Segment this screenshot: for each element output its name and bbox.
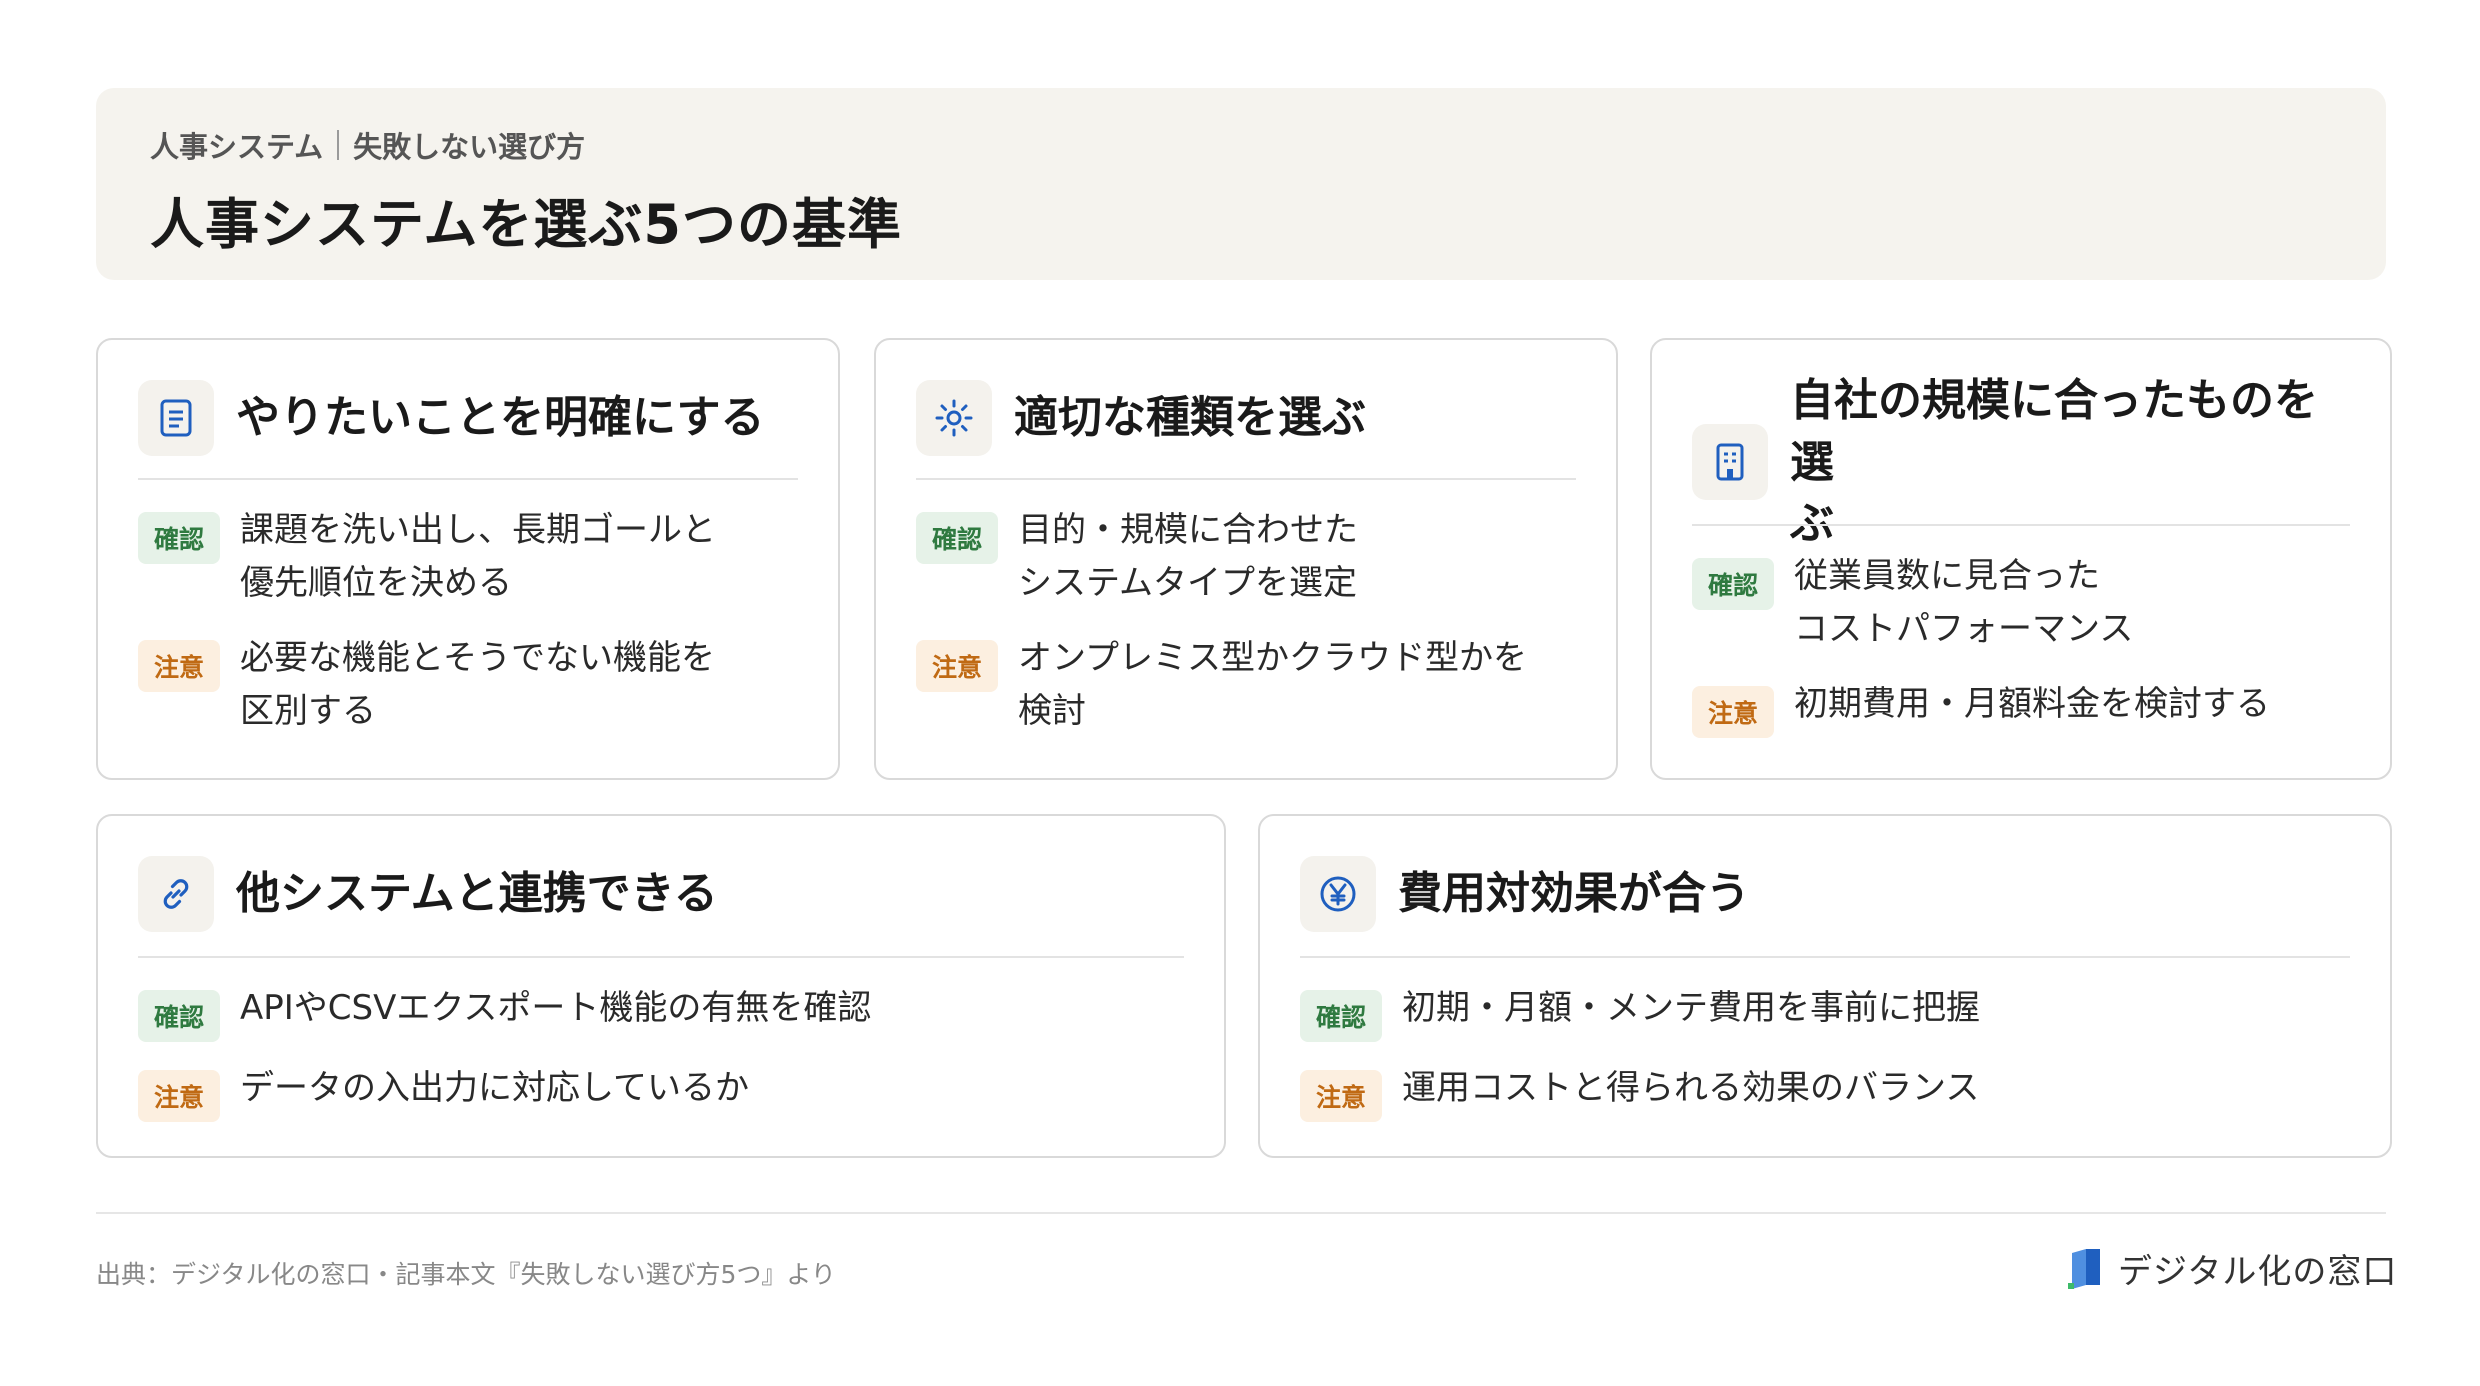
footer-divider — [96, 1212, 2386, 1214]
card-title: 自社の規模に合ったものを選 ぶ — [1790, 375, 2318, 550]
caution-badge: 注意 — [138, 640, 221, 692]
confirm-text: 初期・月額・メンテ費用を事前に把握 — [1402, 988, 1981, 1028]
confirm-badge: 確認 — [916, 512, 999, 564]
criterion-card-2: 適切な種類を選ぶ 確認 目的・規模に合わせた システムタイプを選定 注意 オンプ… — [874, 338, 1618, 780]
confirm-row: 確認 従業員数に見合った コストパフォーマンス — [1692, 556, 2360, 656]
confirm-badge: 確認 — [1300, 990, 1383, 1042]
confirm-row: 確認 APIやCSVエクスポート機能の有無を確認 — [138, 988, 1194, 1042]
caution-badge: 注意 — [916, 640, 999, 692]
card-divider — [138, 478, 798, 480]
confirm-badge: 確認 — [138, 512, 221, 564]
criterion-card-4: 他システムと連携できる 確認 APIやCSVエクスポート機能の有無を確認 注意 … — [96, 814, 1226, 1158]
source-credit: 出典：デジタル化の窓口・記事本文『失敗しない選び方5つ』より — [96, 1260, 836, 1289]
caution-text: 必要な機能とそうでない機能を 区別する — [240, 638, 715, 731]
card-divider — [916, 478, 1576, 480]
caution-text: オンプレミス型かクラウド型かを 検討 — [1018, 638, 1527, 731]
breadcrumb-separator — [337, 130, 340, 160]
criterion-card-5: 費用対効果が合う 確認 初期・月額・メンテ費用を事前に把握 注意 運用コストと得… — [1258, 814, 2392, 1158]
confirm-row: 確認 初期・月額・メンテ費用を事前に把握 — [1300, 988, 2360, 1042]
card-title: 費用対効果が合う — [1398, 868, 1750, 920]
confirm-text: 課題を洗い出し、長期ゴールと 優先順位を決める — [240, 510, 717, 603]
card-divider — [1692, 524, 2350, 526]
card-title: 他システムと連携できる — [236, 868, 718, 920]
link-icon — [138, 856, 214, 932]
caution-row: 注意 データの入出力に対応しているか — [138, 1068, 1194, 1122]
criterion-card-3: 自社の規模に合ったものを選 ぶ 確認 従業員数に見合った コストパフォーマンス … — [1650, 338, 2392, 780]
criterion-card-1: やりたいことを明確にする 確認 課題を洗い出し、長期ゴールと 優先順位を決める … — [96, 338, 840, 780]
caution-badge: 注意 — [1692, 686, 1775, 738]
card-title: 適切な種類を選ぶ — [1014, 392, 1366, 444]
card-title: やりたいことを明確にする — [236, 392, 765, 444]
book-logo-icon — [2066, 1245, 2104, 1293]
card-divider — [138, 956, 1184, 958]
card-divider — [1300, 956, 2350, 958]
caution-text: 運用コストと得られる効果のバランス — [1402, 1068, 1980, 1108]
logo-text: デジタル化の窓口 — [2118, 1252, 2398, 1292]
document-icon — [138, 380, 214, 456]
caution-row: 注意 初期費用・月額料金を検討する — [1692, 684, 2360, 738]
caution-text: 初期費用・月額料金を検討する — [1794, 684, 2271, 724]
building-icon — [1692, 424, 1768, 501]
caution-badge: 注意 — [1300, 1070, 1383, 1122]
confirm-text: APIやCSVエクスポート機能の有無を確認 — [240, 988, 872, 1028]
confirm-row: 確認 課題を洗い出し、長期ゴールと 優先順位を決める — [138, 510, 808, 610]
caution-row: 注意 必要な機能とそうでない機能を 区別する — [138, 638, 808, 738]
confirm-badge: 確認 — [138, 990, 221, 1042]
yen-icon — [1300, 856, 1376, 932]
header-panel: 人事システム 失敗しない選び方 人事システムを選ぶ5つの基準 — [96, 88, 2386, 280]
page-title: 人事システムを選ぶ5つの基準 — [150, 193, 902, 256]
confirm-text: 目的・規模に合わせた システムタイプを選定 — [1018, 510, 1359, 603]
caution-text: データの入出力に対応しているか — [240, 1068, 749, 1108]
brand-logo[interactable]: デジタル化の窓口 — [2066, 1244, 2397, 1293]
caution-badge: 注意 — [138, 1070, 221, 1122]
caution-row: 注意 オンプレミス型かクラウド型かを 検討 — [916, 638, 1586, 738]
caution-row: 注意 運用コストと得られる効果のバランス — [1300, 1068, 2360, 1122]
sun-gear-icon — [916, 380, 992, 456]
confirm-row: 確認 目的・規模に合わせた システムタイプを選定 — [916, 510, 1586, 610]
confirm-text: 従業員数に見合った コストパフォーマンス — [1794, 556, 2134, 649]
breadcrumb-item-topic[interactable]: 失敗しない選び方 — [353, 124, 585, 166]
breadcrumb-item-category[interactable]: 人事システム — [150, 124, 323, 166]
breadcrumb: 人事システム 失敗しない選び方 — [150, 124, 585, 166]
confirm-badge: 確認 — [1692, 558, 1775, 610]
